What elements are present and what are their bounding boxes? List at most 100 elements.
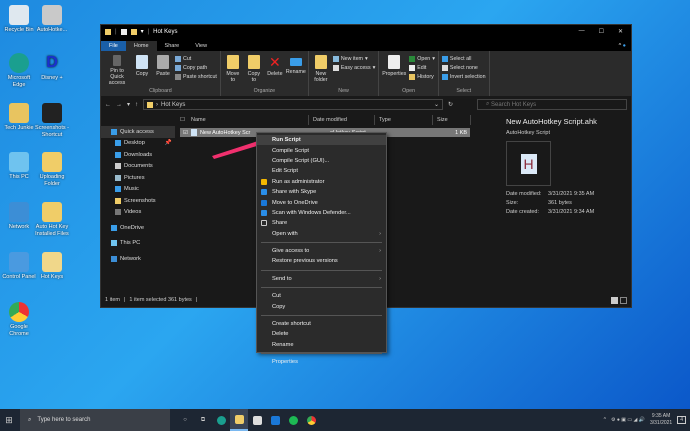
- new-folder-quick-icon[interactable]: [130, 28, 137, 35]
- menu-edit-script[interactable]: Edit Script: [257, 166, 386, 176]
- delete-button[interactable]: ✕ Delete: [266, 53, 284, 86]
- menu-copy[interactable]: Copy: [257, 301, 386, 311]
- nav-onedrive[interactable]: OneDrive: [101, 222, 175, 234]
- forward-button[interactable]: →: [116, 102, 122, 108]
- menu-open-with[interactable]: Open with ›: [257, 229, 386, 239]
- invert-selection-button[interactable]: Invert selection: [441, 74, 486, 80]
- large-icons-view-button[interactable]: [620, 296, 627, 304]
- desktop-icon-autohotkey[interactable]: AutoHotke...: [35, 5, 69, 34]
- desktop-icon-uploading[interactable]: Uploading Folder: [35, 152, 69, 187]
- nav-music[interactable]: Music: [101, 184, 175, 196]
- menu-move-onedrive[interactable]: Move to OneDrive: [257, 197, 386, 207]
- desktop-icon-chrome[interactable]: Google Chrome: [2, 302, 36, 337]
- chevron-down-icon[interactable]: ▾: [141, 28, 144, 35]
- menu-share-skype[interactable]: Share with Skype: [257, 187, 386, 197]
- desktop-icon-edge[interactable]: Microsoft Edge: [2, 53, 36, 88]
- taskbar-mail[interactable]: [266, 409, 284, 431]
- menu-rename[interactable]: Rename: [257, 340, 386, 350]
- history-button[interactable]: History: [409, 74, 435, 80]
- menu-cut[interactable]: Cut: [257, 291, 386, 301]
- nav-screenshots[interactable]: Screenshots: [101, 195, 175, 207]
- nav-network[interactable]: Network: [101, 253, 175, 265]
- taskbar-spotify[interactable]: [284, 409, 302, 431]
- nav-this-pc[interactable]: This PC: [101, 238, 175, 250]
- nav-quick-access[interactable]: Quick access: [101, 126, 175, 138]
- help-icon[interactable]: ^ ●: [614, 43, 631, 51]
- up-button[interactable]: ↑: [135, 102, 138, 108]
- chevron-down-icon[interactable]: ⌄: [434, 101, 439, 108]
- menu-run-as-admin[interactable]: Run as administrator: [257, 177, 386, 187]
- column-name[interactable]: Name: [187, 115, 309, 125]
- desktop-icon-disney[interactable]: D Disney +: [35, 53, 69, 82]
- desktop-icon-tech-junkie[interactable]: Tech Junkie: [2, 103, 36, 132]
- taskbar-chrome[interactable]: [302, 409, 320, 431]
- cortana-button[interactable]: ○: [176, 409, 194, 431]
- menu-delete[interactable]: Delete: [257, 329, 386, 339]
- easy-access-button[interactable]: Easy access ▾: [332, 65, 375, 71]
- details-view-button[interactable]: [611, 296, 618, 304]
- nav-videos[interactable]: Videos: [101, 207, 175, 219]
- pin-button[interactable]: Pin to Quick access: [104, 53, 130, 86]
- menu-run-script[interactable]: Run Script: [257, 135, 386, 146]
- properties-quick-icon[interactable]: [120, 28, 127, 35]
- recent-dropdown[interactable]: ▾: [127, 101, 130, 108]
- desktop-icon-control-panel[interactable]: Control Panel: [2, 252, 36, 281]
- refresh-button[interactable]: ↻: [448, 101, 453, 108]
- properties-button[interactable]: Properties: [382, 53, 406, 86]
- tab-home[interactable]: Home: [125, 41, 157, 51]
- nav-pictures[interactable]: Pictures: [101, 172, 175, 184]
- edit-button[interactable]: Edit: [409, 65, 435, 71]
- rename-button[interactable]: Rename: [286, 53, 306, 86]
- desktop-icon-recycle-bin[interactable]: Recycle Bin: [2, 5, 36, 34]
- address-bar[interactable]: › Hot Keys ⌄: [143, 99, 444, 110]
- new-item-button[interactable]: New item ▾: [332, 56, 375, 62]
- taskbar-file-explorer[interactable]: [230, 409, 248, 431]
- select-all-checkbox[interactable]: ☐: [177, 117, 187, 123]
- menu-compile-script[interactable]: Compile Script: [257, 145, 386, 155]
- menu-create-shortcut[interactable]: Create shortcut: [257, 319, 386, 329]
- copy-path-button[interactable]: Copy path: [175, 65, 217, 71]
- menu-restore-versions[interactable]: Restore previous versions: [257, 256, 386, 266]
- tray-icons[interactable]: ⚙ ● ▣ ▭ ◢ 🔊: [611, 417, 645, 423]
- desktop-icon-ahk-files[interactable]: Auto Hot Key Installed Files: [35, 202, 69, 237]
- column-type[interactable]: Type: [375, 115, 433, 125]
- nav-documents[interactable]: Documents: [101, 161, 175, 173]
- menu-compile-script-gui[interactable]: Compile Script (GUI)...: [257, 156, 386, 166]
- notifications-button[interactable]: 4: [677, 416, 686, 424]
- column-size[interactable]: Size: [433, 115, 471, 125]
- cut-button[interactable]: Cut: [175, 56, 217, 62]
- search-input[interactable]: ⌕ Search Hot Keys: [477, 99, 627, 110]
- minimize-button[interactable]: —: [579, 28, 585, 35]
- clock[interactable]: 9:35 AM 3/31/2021: [650, 413, 672, 427]
- menu-send-to[interactable]: Send to ›: [257, 274, 386, 284]
- show-hidden-icons[interactable]: ^: [604, 417, 606, 423]
- nav-downloads[interactable]: Downloads: [101, 149, 175, 161]
- task-view-button[interactable]: ⧉: [194, 409, 212, 431]
- nav-desktop[interactable]: Desktop 📌: [101, 138, 175, 150]
- taskbar-search[interactable]: ⌕ Type here to search: [20, 409, 170, 431]
- move-to-button[interactable]: Move to: [224, 53, 242, 86]
- new-folder-button[interactable]: New folder: [312, 53, 330, 86]
- desktop-icon-screenshots[interactable]: Screenshots - Shortcut: [35, 103, 69, 138]
- paste-button[interactable]: Paste: [154, 53, 172, 86]
- tab-view[interactable]: View: [187, 41, 215, 51]
- menu-scan-defender[interactable]: Scan with Windows Defender...: [257, 208, 386, 218]
- start-button[interactable]: ⊞: [0, 409, 18, 431]
- tab-share[interactable]: Share: [157, 41, 188, 51]
- taskbar-edge[interactable]: [212, 409, 230, 431]
- copy-button[interactable]: Copy: [133, 53, 151, 86]
- back-button[interactable]: ←: [105, 102, 111, 108]
- open-button[interactable]: Open ▾: [409, 56, 435, 62]
- desktop-icon-hot-keys[interactable]: Hot Keys: [35, 252, 69, 281]
- select-all-button[interactable]: Select all: [441, 56, 486, 62]
- tab-file[interactable]: File: [101, 41, 126, 51]
- desktop-icon-this-pc[interactable]: This PC: [2, 152, 36, 181]
- menu-share[interactable]: Share: [257, 218, 386, 228]
- close-button[interactable]: ✕: [618, 28, 623, 35]
- row-checkbox[interactable]: ☑: [180, 130, 191, 136]
- menu-properties[interactable]: Properties: [257, 357, 386, 367]
- desktop-icon-network[interactable]: Network: [2, 202, 36, 231]
- copy-to-button[interactable]: Copy to: [245, 53, 263, 86]
- column-date-modified[interactable]: Date modified: [309, 115, 375, 125]
- paste-shortcut-button[interactable]: Paste shortcut: [175, 74, 217, 80]
